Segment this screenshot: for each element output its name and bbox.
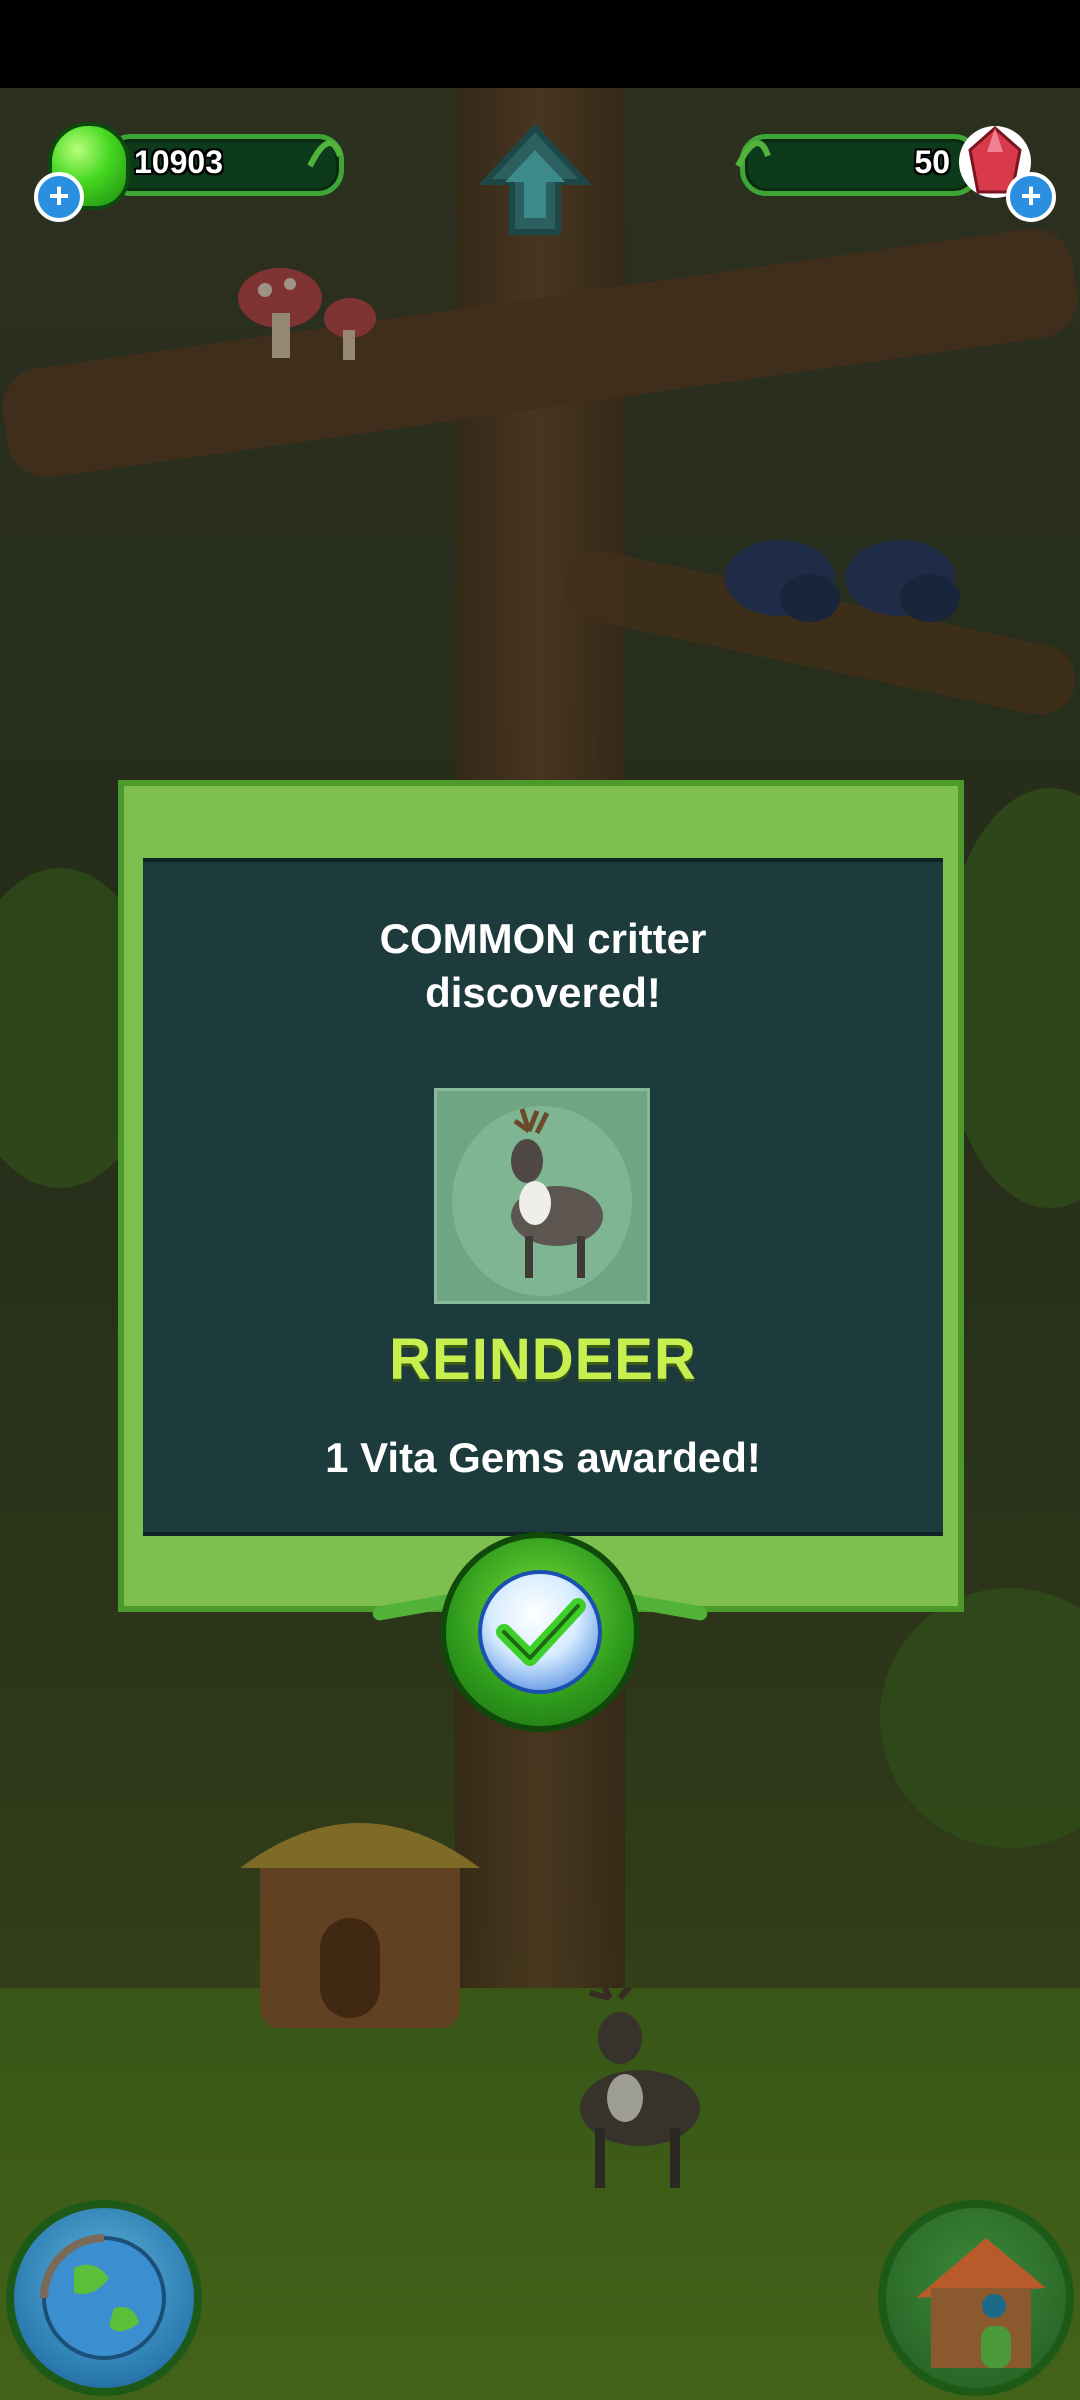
vine-curl-icon [735, 140, 771, 168]
gem-count: 50 [914, 144, 950, 180]
slime-count: 10903 [134, 144, 223, 180]
globe-icon [40, 2234, 166, 2360]
reward-text: 1 Vita Gems awarded! [325, 1434, 761, 1481]
reindeer-icon [452, 1106, 632, 1296]
confirm-button-face [478, 1570, 602, 1694]
vine-curl-icon [307, 140, 343, 168]
dialog-title: COMMON critter discovered! [143, 912, 943, 1020]
title-line-2: discovered! [425, 969, 661, 1016]
world-map-button[interactable] [6, 2200, 202, 2396]
add-slime-button[interactable]: + [34, 172, 84, 222]
status-bar [0, 0, 1080, 88]
treehouse-icon [916, 2238, 1046, 2368]
critter-name: REINDEER [389, 1327, 697, 1392]
critter-portrait [434, 1088, 650, 1304]
title-line-1: COMMON critter [379, 915, 707, 962]
add-gem-button[interactable]: + [1006, 172, 1056, 222]
checkmark-icon [496, 1598, 586, 1666]
up-arrow-icon[interactable] [480, 120, 590, 240]
home-button[interactable] [878, 2200, 1074, 2396]
confirm-button[interactable] [440, 1532, 640, 1732]
